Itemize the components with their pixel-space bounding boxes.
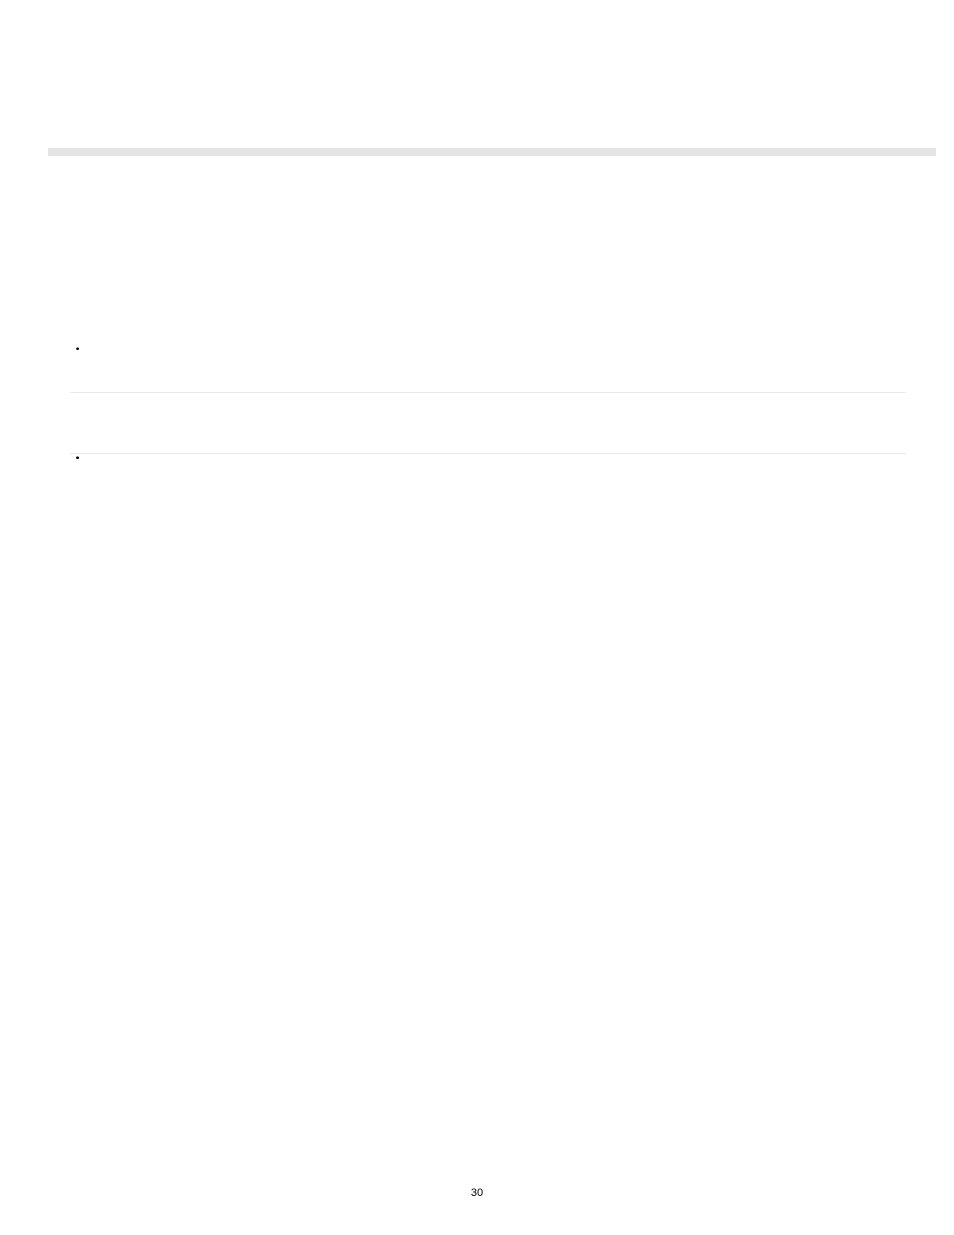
page-number: 30 <box>0 1187 954 1199</box>
header-divider-bar <box>48 148 936 156</box>
page-number-text: 30 <box>471 1187 483 1199</box>
section-divider <box>70 392 906 393</box>
page-content <box>70 330 906 454</box>
document-page: 30 <box>0 0 954 1235</box>
section-divider <box>70 453 906 454</box>
